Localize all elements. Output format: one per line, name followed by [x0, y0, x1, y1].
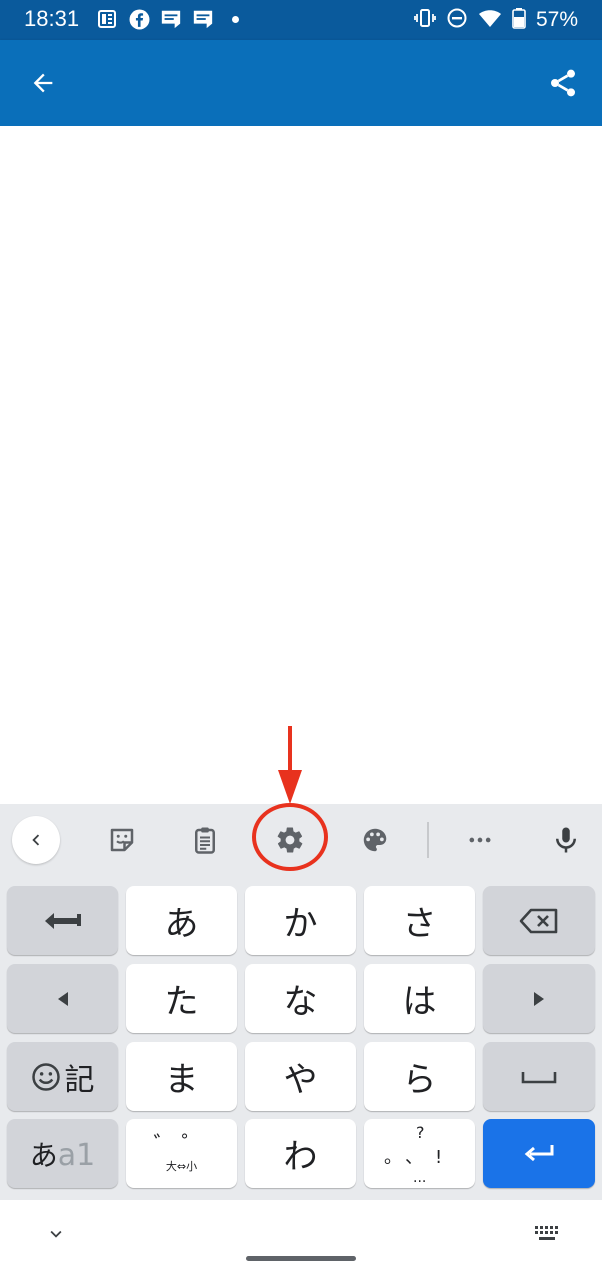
- key-ya[interactable]: や: [245, 1042, 356, 1111]
- cursor-left-key[interactable]: [7, 964, 118, 1033]
- share-icon: [551, 69, 575, 97]
- enter-icon: [524, 1144, 554, 1161]
- undo-arrow-icon: [44, 912, 81, 929]
- smiley-icon: [31, 1062, 60, 1091]
- emoji-symbol-key[interactable]: 記: [7, 1042, 118, 1111]
- battery-percent: 57%: [535, 8, 578, 31]
- mode-kana-label: あ: [29, 1138, 58, 1172]
- key-label: あ: [164, 904, 199, 944]
- status-bar: 18:31 57%: [0, 0, 602, 40]
- key-label: ま: [164, 1060, 199, 1100]
- mic-icon: [556, 827, 576, 853]
- arrow-back-icon: [33, 73, 53, 93]
- keyboard-icon: [535, 1226, 558, 1240]
- key-label: た: [164, 982, 199, 1022]
- dakuten-key[interactable]: ゛゜ 大⇔小: [126, 1119, 237, 1188]
- key-wa[interactable]: わ: [245, 1119, 356, 1188]
- system-icons: 57%: [414, 7, 578, 33]
- dakuten-label: ゛゜ 大⇔小: [153, 1132, 210, 1174]
- key-sa[interactable]: さ: [364, 886, 475, 955]
- space-icon: [521, 1071, 557, 1083]
- triangle-left-icon: [57, 991, 68, 1006]
- key-na[interactable]: な: [245, 964, 356, 1033]
- toolbar-divider: [427, 822, 429, 858]
- battery-icon: [512, 7, 526, 33]
- backspace-icon: [519, 908, 558, 933]
- chevron-left-icon: [32, 834, 40, 846]
- notification-icons: [96, 8, 246, 30]
- key-label: か: [283, 904, 318, 944]
- dakuten-marks: ゛゜: [153, 1132, 210, 1158]
- status-time: 18:31: [24, 6, 80, 31]
- content-area[interactable]: [0, 126, 602, 804]
- input-mode-key[interactable]: あa1: [7, 1119, 118, 1188]
- collapse-button[interactable]: [12, 816, 60, 864]
- theme-button[interactable]: [351, 816, 399, 864]
- mode-key-label: あa1: [30, 1134, 96, 1174]
- app-bar: [0, 40, 602, 126]
- vibrate-icon: [414, 7, 436, 33]
- key-label: わ: [283, 1137, 318, 1177]
- punctuation-label: ? 。、! ...: [364, 1119, 475, 1188]
- sticker-button[interactable]: [98, 816, 146, 864]
- key-ma[interactable]: ま: [126, 1042, 237, 1111]
- back-button[interactable]: [22, 62, 64, 104]
- key-ra[interactable]: ら: [364, 1042, 475, 1111]
- emoji-key-label: 記: [64, 1062, 95, 1098]
- key-label: は: [402, 982, 437, 1022]
- space-key[interactable]: [483, 1042, 595, 1111]
- enter-key[interactable]: [483, 1119, 595, 1188]
- palette-icon: [363, 828, 387, 852]
- punct-top: ?: [416, 1123, 425, 1142]
- facebook-icon: [128, 8, 150, 30]
- mode-latin-label: a1: [57, 1137, 96, 1173]
- clipboard-icon: [195, 827, 215, 854]
- chevron-down-icon: [50, 1230, 62, 1238]
- switch-keyboard-button[interactable]: [530, 1218, 564, 1250]
- do-not-disturb-icon: [446, 7, 468, 33]
- key-ka[interactable]: か: [245, 886, 356, 955]
- key-label: や: [283, 1060, 318, 1100]
- backspace-key[interactable]: [483, 886, 595, 955]
- more-icon: [469, 837, 491, 843]
- key-ta[interactable]: た: [126, 964, 237, 1033]
- annotation-circle: [252, 803, 328, 871]
- key-label: さ: [402, 904, 437, 944]
- key-label: ら: [402, 1060, 437, 1100]
- dot-icon: [224, 8, 246, 30]
- punctuation-key[interactable]: ? 。、! ...: [364, 1119, 475, 1188]
- line-manga-icon: [192, 8, 214, 30]
- key-label: な: [283, 982, 318, 1022]
- undo-key[interactable]: [7, 886, 118, 955]
- key-ha[interactable]: は: [364, 964, 475, 1033]
- punct-main: 。、!: [384, 1147, 455, 1168]
- sticker-icon: [110, 828, 134, 852]
- home-indicator[interactable]: [246, 1256, 356, 1261]
- hide-keyboard-button[interactable]: [40, 1218, 72, 1250]
- navigation-bar: [0, 1200, 602, 1270]
- news-icon: [96, 8, 118, 30]
- triangle-right-icon: [534, 991, 544, 1006]
- wifi-icon: [478, 7, 502, 33]
- cursor-right-key[interactable]: [483, 964, 595, 1033]
- share-button[interactable]: [542, 62, 584, 104]
- dakuten-sub: 大⇔小: [165, 1159, 198, 1173]
- key-a[interactable]: あ: [126, 886, 237, 955]
- punct-bottom: ...: [413, 1170, 427, 1186]
- line-manga-icon: [160, 8, 182, 30]
- voice-input-button[interactable]: [542, 816, 590, 864]
- clipboard-button[interactable]: [181, 816, 229, 864]
- more-button[interactable]: [456, 816, 504, 864]
- annotation-arrow: [278, 726, 302, 804]
